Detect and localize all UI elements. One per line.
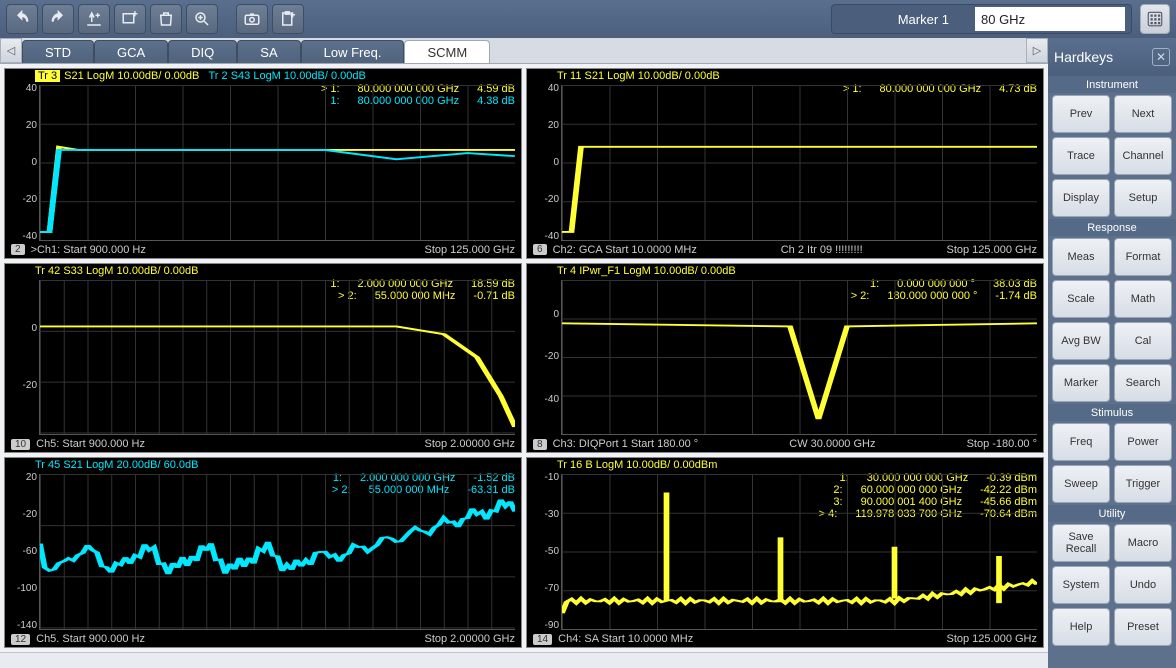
plot-area[interactable] xyxy=(561,280,1037,436)
plot-badge: 14 xyxy=(533,634,552,645)
svg-text:+: + xyxy=(96,11,101,20)
footer-start: Ch5. Start 900.000 Hz xyxy=(36,633,145,645)
footer-start: Ch3: DIQPort 1 Start 180.00 ° xyxy=(553,438,699,450)
hardkey-section-header: Response xyxy=(1048,219,1176,236)
hardkey-setup[interactable]: Setup xyxy=(1114,179,1172,217)
hardkey-math[interactable]: Math xyxy=(1114,280,1172,318)
hardkey-meas[interactable]: Meas xyxy=(1052,238,1110,276)
plot-window[interactable]: -10-30-50-70-90Tr 16 B LogM 10.00dB/ 0.0… xyxy=(526,457,1044,648)
hardkeys-title: Hardkeys xyxy=(1054,49,1113,65)
tab-scroll-left[interactable]: ◁ xyxy=(0,38,22,63)
delete-button[interactable] xyxy=(150,4,182,34)
hardkey-sweep[interactable]: Sweep xyxy=(1052,465,1110,503)
plot-area[interactable] xyxy=(39,474,515,630)
paste-button[interactable]: + xyxy=(272,4,304,34)
hardkey-cal[interactable]: Cal xyxy=(1114,322,1172,360)
toolbar: + + + Marker 1 xyxy=(0,0,1176,38)
plot-area[interactable] xyxy=(561,474,1037,630)
hardkey-section-header: Utility xyxy=(1048,505,1176,522)
marker-entry: Marker 1 xyxy=(831,4,1132,34)
hardkey-section-header: Stimulus xyxy=(1048,404,1176,421)
hardkey-channel[interactable]: Channel xyxy=(1114,137,1172,175)
hardkey-avg-bw[interactable]: Avg BW xyxy=(1052,322,1110,360)
hardkey-trace[interactable]: Trace xyxy=(1052,137,1110,175)
plot-area[interactable] xyxy=(561,85,1037,241)
hardkey-power[interactable]: Power xyxy=(1114,423,1172,461)
y-axis: -10-30-50-70-90 xyxy=(529,472,559,631)
statusbar xyxy=(0,652,1048,668)
redo-button[interactable] xyxy=(42,4,74,34)
hardkey-undo[interactable]: Undo xyxy=(1114,566,1172,604)
hardkey-trigger[interactable]: Trigger xyxy=(1114,465,1172,503)
y-axis: 0-20-40 xyxy=(529,278,559,437)
plot-badge: 8 xyxy=(533,439,547,450)
marker-label: Marker 1 xyxy=(838,12,967,27)
plot-window[interactable]: 0-20Tr 42 S33 LogM 10.00dB/ 0.00dB1:2.00… xyxy=(4,263,522,454)
y-axis: 20-20-60-100-140 xyxy=(7,472,37,631)
marker-input[interactable] xyxy=(975,7,1125,31)
footer-mid: CW 30.0000 GHz xyxy=(789,438,875,450)
y-axis: 40200-20-40 xyxy=(529,83,559,242)
footer-stop: Stop 2.00000 GHz xyxy=(424,633,515,645)
hardkey-format[interactable]: Format xyxy=(1114,238,1172,276)
zoom-button[interactable] xyxy=(186,4,218,34)
footer-stop: Stop -180.00 ° xyxy=(967,438,1037,450)
undo-button[interactable] xyxy=(6,4,38,34)
plot-window[interactable]: 40200-20-40Tr 3S21 LogM 10.00dB/ 0.00dB … xyxy=(4,68,522,259)
footer-stop: Stop 125.000 GHz xyxy=(946,633,1037,645)
footer-stop: Stop 125.000 GHz xyxy=(947,244,1038,256)
plot-badge: 2 xyxy=(11,244,25,255)
tab-std[interactable]: STD xyxy=(22,40,94,63)
hardkey-section-header: Instrument xyxy=(1048,76,1176,93)
plot-grid: 40200-20-40Tr 3S21 LogM 10.00dB/ 0.00dB … xyxy=(0,64,1048,652)
y-axis: 0-20 xyxy=(7,278,37,437)
footer-start: Ch5: Start 900.000 Hz xyxy=(36,438,145,450)
svg-text:+: + xyxy=(132,10,137,19)
plot-window[interactable]: 0-20-40Tr 4 IPwr_F1 LogM 10.00dB/ 0.00dB… xyxy=(526,263,1044,454)
hardkey-system[interactable]: System xyxy=(1052,566,1110,604)
tabs-row: ◁ STDGCADIQSALow Freq.SCMM ▷ xyxy=(0,38,1048,64)
close-icon[interactable]: ✕ xyxy=(1152,48,1170,66)
plot-area[interactable] xyxy=(39,85,515,241)
numpad-button[interactable] xyxy=(1140,4,1170,34)
plot-window[interactable]: 20-20-60-100-140Tr 45 S21 LogM 20.00dB/ … xyxy=(4,457,522,648)
plot-window[interactable]: 40200-20-40Tr 11 S21 LogM 10.00dB/ 0.00d… xyxy=(526,68,1044,259)
svg-text:+: + xyxy=(290,11,295,20)
hardkey-freq[interactable]: Freq xyxy=(1052,423,1110,461)
hardkey-next[interactable]: Next xyxy=(1114,95,1172,133)
footer-start: >Ch1: Start 900.000 Hz xyxy=(31,244,146,256)
y-axis: 40200-20-40 xyxy=(7,83,37,242)
tab-low-freq-[interactable]: Low Freq. xyxy=(301,40,405,63)
tab-sa[interactable]: SA xyxy=(237,40,300,63)
plot-badge: 10 xyxy=(11,439,30,450)
footer-stop: Stop 2.00000 GHz xyxy=(424,438,515,450)
hardkeys-panel: Hardkeys ✕ Instrument PrevNextTraceChanne… xyxy=(1048,38,1176,668)
tab-diq[interactable]: DIQ xyxy=(168,40,237,63)
tab-scroll-right[interactable]: ▷ xyxy=(1026,38,1048,63)
footer-stop: Stop 125.000 GHz xyxy=(424,244,515,256)
footer-mid: Ch 2 Itr 09 !!!!!!!!! xyxy=(781,244,863,256)
plot-badge: 6 xyxy=(533,244,547,255)
tab-scmm[interactable]: SCMM xyxy=(404,40,490,63)
hardkey-prev[interactable]: Prev xyxy=(1052,95,1110,133)
add-window-button[interactable]: + xyxy=(114,4,146,34)
hardkey-search[interactable]: Search xyxy=(1114,364,1172,402)
add-marker-button[interactable]: + xyxy=(78,4,110,34)
hardkey-display[interactable]: Display xyxy=(1052,179,1110,217)
footer-start: Ch4: SA Start 10.0000 MHz xyxy=(558,633,693,645)
plot-badge: 12 xyxy=(11,634,30,645)
plot-area[interactable] xyxy=(39,280,515,436)
hardkey-preset[interactable]: Preset xyxy=(1114,608,1172,646)
hardkey-scale[interactable]: Scale xyxy=(1052,280,1110,318)
tab-gca[interactable]: GCA xyxy=(94,40,168,63)
screenshot-button[interactable] xyxy=(236,4,268,34)
hardkey-marker[interactable]: Marker xyxy=(1052,364,1110,402)
hardkey-help[interactable]: Help xyxy=(1052,608,1110,646)
footer-start: Ch2: GCA Start 10.0000 MHz xyxy=(553,244,697,256)
hardkey-save-recall[interactable]: Save Recall xyxy=(1052,524,1110,562)
hardkey-macro[interactable]: Macro xyxy=(1114,524,1172,562)
